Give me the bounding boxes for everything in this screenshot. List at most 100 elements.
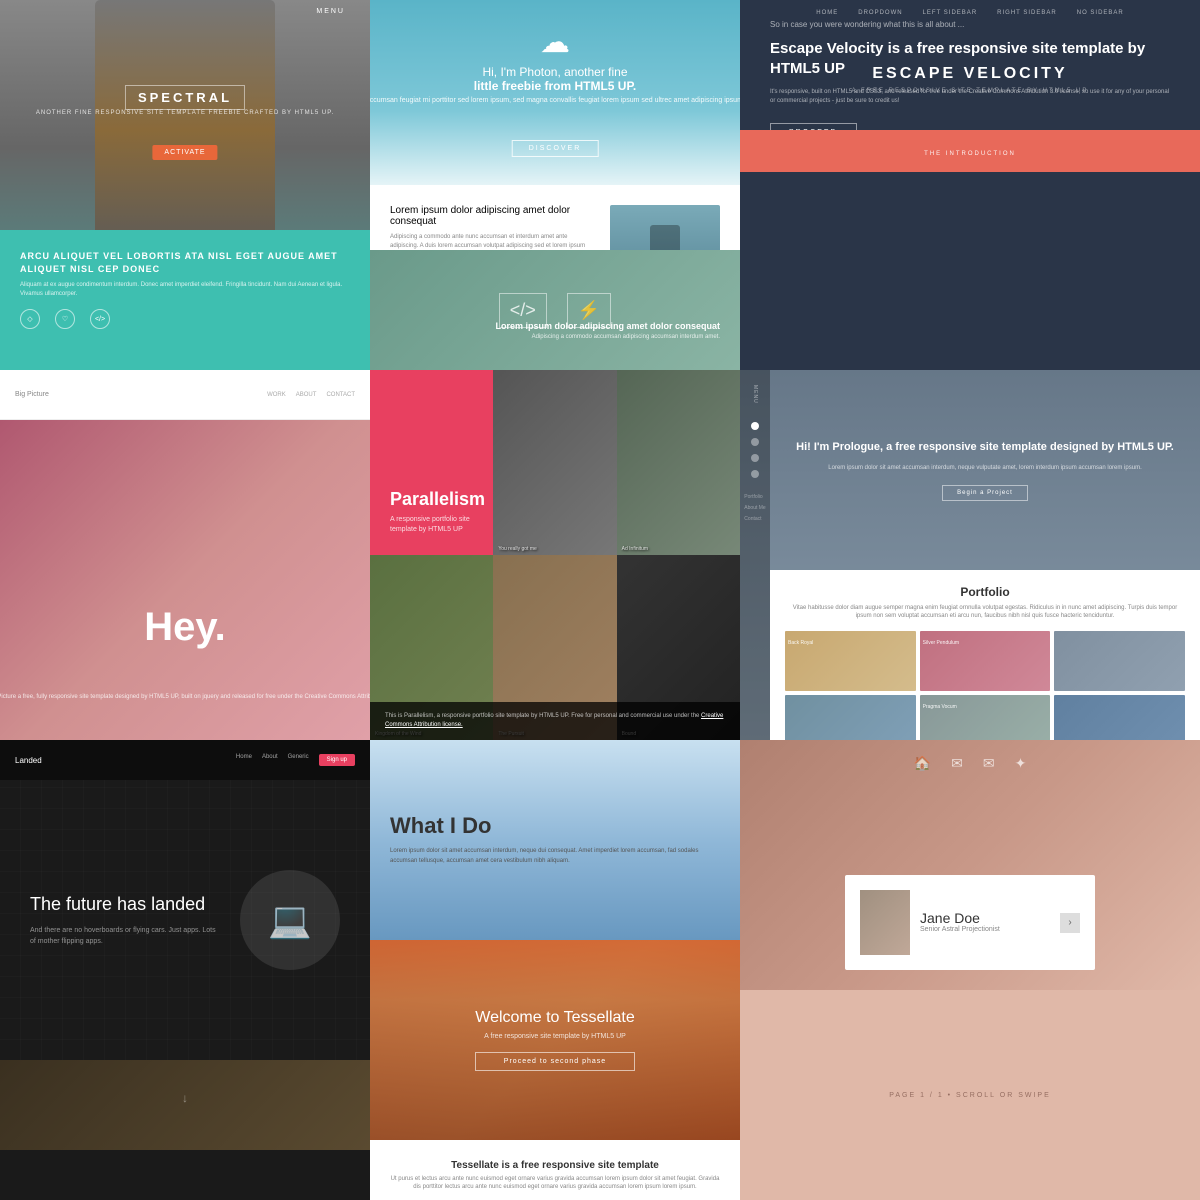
photon-content-title: Lorem ipsum dolor adipiscing amet dolor … — [390, 205, 595, 227]
parallelism-cell: Parallelism A responsive portfolio site … — [370, 370, 740, 740]
what-i-do-text: What I Do Lorem ipsum dolor sit amet acc… — [390, 813, 720, 866]
bigpicture-nav-contact[interactable]: CONTACT — [326, 392, 355, 398]
prologue-portfolio-item-2[interactable]: Silver Pendulum — [920, 631, 1051, 691]
astral-social-icons: 🏠 ✉ ✉ ✦ — [914, 755, 1027, 772]
escape-nav-none[interactable]: NO SIDEBAR — [1077, 10, 1124, 16]
landed-nav-items: Home About Generic Sign up — [236, 754, 355, 766]
spectral-icon-diamond: ◇ — [20, 309, 40, 329]
escape-nav-right[interactable]: RIGHT SIDEBAR — [997, 10, 1057, 16]
photon-discover-button[interactable]: DISCOVER — [512, 140, 599, 157]
bigpicture-nav-about[interactable]: ABOUT — [296, 392, 317, 398]
bigpicture-logo: Big Picture — [15, 391, 49, 398]
astral-profile-card: Jane Doe Senior Astral Projectionist › — [845, 875, 1095, 970]
tessellate-desc-title: Tessellate is a free responsive site tem… — [390, 1160, 720, 1171]
bigpicture-topbar: Big Picture WORK ABOUT CONTACT — [0, 370, 370, 420]
tessellate-cell: What I Do Lorem ipsum dolor sit amet acc… — [370, 740, 740, 1200]
spectral-teal-heading: ARCU ALIQUET VEL LOBORTIS ATA NISL EGET … — [20, 250, 350, 275]
parallelism-img2[interactable]: Ad Infinitum — [617, 370, 740, 555]
bigpicture-hey-text: Hey. — [144, 605, 226, 650]
prologue-begin-button[interactable]: Begin a Project — [942, 485, 1028, 501]
photon-greeting-text: Hi, I'm Photon, another finelittle freeb… — [370, 65, 740, 93]
prologue-nav-dot-2[interactable] — [751, 438, 759, 446]
spectral-activate-button[interactable]: ACTIVATE — [152, 145, 217, 160]
prologue-item2-label: Silver Pendulum — [920, 638, 962, 648]
prologue-portfolio-section: Portfolio Vitae habitusse dolor diam aug… — [770, 570, 1200, 740]
parallelism-img2-label: Ad Infinitum — [622, 546, 648, 552]
astral-star-icon[interactable]: ✦ — [1015, 755, 1027, 772]
landed-cell: Landed Home About Generic Sign up The fu… — [0, 740, 370, 1200]
landed-hero-text: The future has landed And there are no h… — [30, 893, 220, 947]
landed-arrow-down[interactable]: ↓ — [182, 1091, 188, 1105]
escape-intro-label-bar: THE INTRODUCTION — [740, 130, 1200, 172]
prologue-nav-dot-3[interactable] — [751, 454, 759, 462]
bigpicture-nav-work[interactable]: WORK — [267, 392, 286, 398]
what-i-do-title: What I Do — [390, 813, 720, 839]
prologue-portfolio-item-5[interactable]: Pragma Vocum — [920, 695, 1051, 740]
tessellate-hero-section: Welcome to Tessellate A free responsive … — [370, 940, 740, 1140]
escape-nav-home[interactable]: HOME — [816, 10, 838, 16]
spectral-subtitle: ANOTHER FINE RESPONSIVE SITE TEMPLATE FR… — [36, 110, 334, 116]
spectral-teal-section: ARCU ALIQUET VEL LOBORTIS ATA NISL EGET … — [0, 230, 370, 370]
prologue-cell: MENU Portfolio About Me Contact Hi! I'm … — [740, 370, 1200, 740]
parallelism-title: Parallelism — [390, 489, 473, 510]
landed-logo: Landed — [15, 756, 42, 765]
prologue-nav-contact[interactable]: Contact — [744, 516, 765, 522]
photon-cloud-icon: ☁ — [540, 25, 570, 60]
landed-nav-about[interactable]: About — [262, 754, 278, 766]
parallelism-img1-label: You really got me — [498, 546, 536, 552]
prologue-nav-dot-4[interactable] — [751, 470, 759, 478]
landed-laptop-circle: 💻 — [240, 870, 340, 970]
astral-mail-icon[interactable]: ✉ — [951, 755, 963, 772]
parallelism-description-bar: This is Parallelism, a responsive portfo… — [370, 702, 740, 740]
spectral-icon-heart: ♡ — [55, 309, 75, 329]
landed-hero-section: The future has landed And there are no h… — [0, 780, 370, 1060]
escape-nav-left[interactable]: LEFT SIDEBAR — [923, 10, 978, 16]
landed-laptop-icon: 💻 — [268, 900, 312, 941]
prologue-nav-portfolio[interactable]: Portfolio — [744, 494, 765, 500]
parallelism-subtitle: A responsive portfolio site template by … — [390, 515, 473, 535]
prologue-nav-dot-1[interactable] — [751, 422, 759, 430]
prologue-desc: Lorem ipsum dolor sit amet accumsan inte… — [828, 464, 1141, 473]
astral-next-button[interactable]: › — [1060, 913, 1080, 933]
escape-cell: HOME DROPDOWN LEFT SIDEBAR RIGHT SIDEBAR… — [740, 0, 1200, 370]
escape-nav-dropdown[interactable]: DROPDOWN — [858, 10, 902, 16]
prologue-content-block: Hi! I'm Prologue, a free responsive site… — [770, 370, 1200, 570]
prologue-portfolio-item-3[interactable] — [1054, 631, 1185, 691]
prologue-item1-label: Back Royal — [785, 638, 816, 648]
parallelism-desc-text: This is Parallelism, a responsive portfo… — [385, 712, 725, 730]
photon-cell: ☁ Hi, I'm Photon, another finelittle fre… — [370, 0, 740, 370]
astral-footer-section: PAGE 1 / 1 • SCROLL OR SWIPE — [740, 990, 1200, 1200]
photon-sub-text: Accumsan feugiat mi porttitor sed lorem … — [370, 97, 740, 104]
astral-mail2-icon[interactable]: ✉ — [983, 755, 995, 772]
what-i-do-section: What I Do Lorem ipsum dolor sit amet acc… — [370, 740, 740, 940]
bigpicture-hero: Hey. Welcome to Big Picture a free, full… — [0, 420, 370, 740]
landed-books-section — [0, 1060, 370, 1150]
astral-home-icon[interactable]: 🏠 — [914, 755, 931, 772]
landed-signup-button[interactable]: Sign up — [319, 754, 355, 766]
prologue-portfolio-item-1[interactable]: Back Royal — [785, 631, 916, 691]
prologue-nav-items: Portfolio About Me Contact — [744, 494, 765, 522]
parallelism-img1[interactable]: You really got me — [493, 370, 616, 555]
photon-greeting: Hi, I'm Photon, another finelittle freeb… — [370, 65, 740, 104]
prologue-portfolio-item-6[interactable] — [1054, 695, 1185, 740]
photon-mountain-desc: Adipiscing a commodo accumsan adipiscing… — [495, 334, 720, 340]
spectral-person-image — [95, 0, 275, 260]
astral-hero-section: 🏠 ✉ ✉ ✦ Jane Doe Senior Astral Projectio… — [740, 740, 1200, 990]
tessellate-proceed-button[interactable]: Proceed to second phase — [475, 1052, 634, 1071]
landed-nav-generic[interactable]: Generic — [288, 754, 309, 766]
prologue-greeting: Hi! I'm Prologue, a free responsive site… — [796, 439, 1174, 456]
landed-nav-home[interactable]: Home — [236, 754, 252, 766]
spectral-icon-code: </> — [90, 309, 110, 329]
astral-job-title: Senior Astral Projectionist — [920, 926, 1000, 933]
prologue-portfolio-item-4[interactable] — [785, 695, 916, 740]
tessellate-sub: A free responsive site template by HTML5… — [475, 1033, 634, 1040]
astral-avatar-image — [860, 890, 910, 955]
escape-subtitle: A FREE RESPONSIVE SITE TEMPLATE BY HTML5… — [740, 88, 1200, 94]
prologue-nav-about[interactable]: About Me — [744, 505, 765, 511]
prologue-sidebar: MENU Portfolio About Me Contact — [740, 370, 770, 740]
bigpicture-description: Welcome to Big Picture a free, fully res… — [0, 694, 370, 700]
tessellate-desc-text: Ut purus et lectus arcu ante nunc euismo… — [390, 1175, 720, 1192]
escape-wonder-text: So in case you were wondering what this … — [770, 20, 1170, 29]
tessellate-description-section: Tessellate is a free responsive site tem… — [370, 1140, 740, 1200]
escape-nav: HOME DROPDOWN LEFT SIDEBAR RIGHT SIDEBAR… — [740, 10, 1200, 16]
